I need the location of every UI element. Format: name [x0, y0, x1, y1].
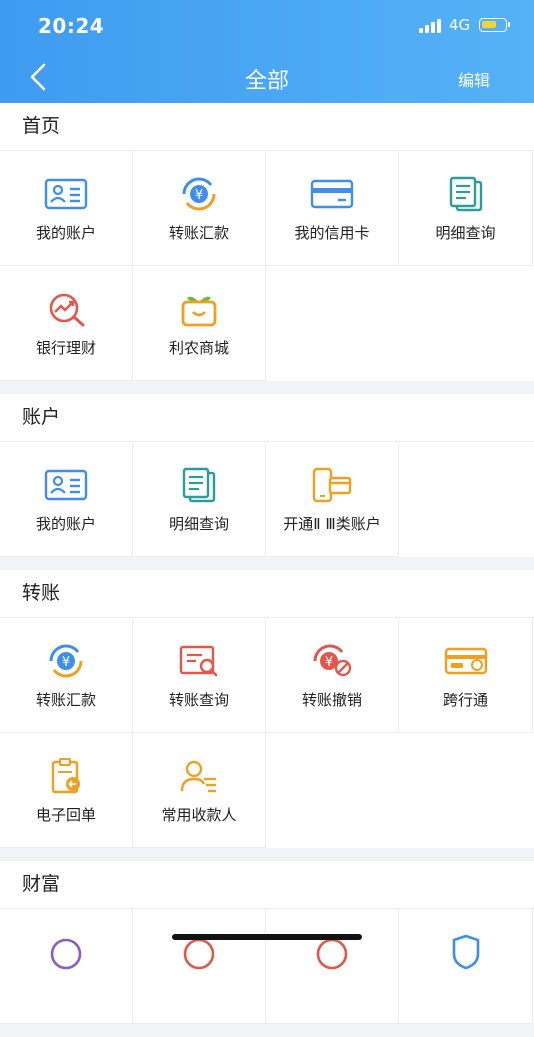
- menu-item-wealth-3[interactable]: [266, 909, 399, 1024]
- shopping-basket-icon: [177, 291, 221, 327]
- menu-item-e-receipt[interactable]: 电子回单: [0, 733, 133, 848]
- menu-item-detail-query[interactable]: 明细查询: [133, 442, 266, 557]
- section-account: 账户 我的账户 明细查询 开通Ⅱ Ⅲ类账户: [0, 394, 534, 557]
- account-card-icon: [44, 176, 88, 212]
- top-header: 20:24 4G 全部 编辑: [0, 0, 534, 103]
- menu-item-wealth-1[interactable]: [0, 909, 133, 1024]
- menu-item-credit-card[interactable]: 我的信用卡: [266, 151, 399, 266]
- section-title: 账户: [22, 406, 61, 428]
- menu-grid: ¥ 转账汇款 转账查询 ¥ 转账撤销 跨行通 电子回单 常用收款人: [0, 617, 534, 848]
- menu-item-transfer[interactable]: ¥ 转账汇款: [133, 151, 266, 266]
- section-transfer: 转账 ¥ 转账汇款 转账查询 ¥ 转账撤销 跨行通 电子回单 常用收款人: [0, 570, 534, 848]
- menu-item-payee[interactable]: 常用收款人: [133, 733, 266, 848]
- section-wealth: 财富: [0, 861, 534, 1024]
- menu-item-my-account[interactable]: 我的账户: [0, 442, 133, 557]
- status-time: 20:24: [38, 14, 105, 38]
- menu-item-wealth-4[interactable]: [399, 909, 533, 1024]
- menu-item-transfer[interactable]: ¥ 转账汇款: [0, 618, 133, 733]
- cross-bank-card-icon: [444, 643, 488, 679]
- finance-chart-icon: [44, 291, 88, 327]
- menu-item-label: 转账汇款: [35, 691, 96, 709]
- menu-item-label: 明细查询: [168, 515, 229, 533]
- menu-item-transfer-query[interactable]: 转账查询: [133, 618, 266, 733]
- menu-item-label: 利农商城: [168, 339, 229, 357]
- page-title: 全部: [244, 69, 289, 94]
- menu-item-label: 转账查询: [168, 691, 229, 709]
- payee-icon: [177, 758, 221, 794]
- transfer-yuan-icon: ¥: [44, 643, 88, 679]
- credit-card-icon: [310, 176, 354, 212]
- wealth-coin-icon: [44, 934, 88, 970]
- menu-item-label: 跨行通: [442, 691, 488, 709]
- detail-docs-icon: [177, 467, 221, 503]
- menu-item-transfer-cancel[interactable]: ¥ 转账撤销: [266, 618, 399, 733]
- network-type: 4G: [449, 16, 471, 34]
- menu-item-label: 转账撤销: [301, 691, 362, 709]
- menu-item-label: 转账汇款: [168, 224, 229, 242]
- menu-item-open-account[interactable]: 开通Ⅱ Ⅲ类账户: [266, 442, 399, 557]
- battery-icon: [479, 18, 510, 32]
- home-indicator: [172, 934, 362, 940]
- menu-item-my-account[interactable]: 我的账户: [0, 151, 133, 266]
- menu-item-bank-finance[interactable]: 银行理财: [0, 266, 133, 381]
- svg-text:¥: ¥: [325, 655, 333, 670]
- content: 首页 我的账户 ¥ 转账汇款 我的信用卡 明细查询 银行理财 利农商城 账户 我…: [0, 103, 534, 1037]
- menu-grid: 我的账户 明细查询 开通Ⅱ Ⅲ类账户: [0, 441, 534, 557]
- menu-item-linong-mall[interactable]: 利农商城: [133, 266, 266, 381]
- menu-item-detail-query[interactable]: 明细查询: [399, 151, 533, 266]
- section-title: 转账: [22, 582, 61, 604]
- menu-item-label: 开通Ⅱ Ⅲ类账户: [283, 515, 381, 533]
- wealth-shield-icon: [444, 934, 488, 970]
- menu-item-label: 银行理财: [35, 339, 96, 357]
- menu-item-label: 我的信用卡: [294, 224, 370, 242]
- e-receipt-icon: [44, 758, 88, 794]
- menu-item-label: 电子回单: [35, 806, 96, 824]
- menu-item-label: 常用收款人: [161, 806, 237, 824]
- menu-item-label: 我的账户: [35, 224, 96, 242]
- phone-card-icon: [310, 467, 354, 503]
- section-title: 首页: [22, 115, 61, 137]
- detail-docs-icon: [444, 176, 488, 212]
- svg-text:¥: ¥: [195, 188, 203, 203]
- transfer-yuan-icon: ¥: [177, 176, 221, 212]
- transfer-cancel-icon: ¥: [310, 643, 354, 679]
- section-title: 财富: [22, 873, 61, 895]
- transfer-search-icon: [177, 643, 221, 679]
- menu-item-cross-bank[interactable]: 跨行通: [399, 618, 533, 733]
- section-home: 首页 我的账户 ¥ 转账汇款 我的信用卡 明细查询 银行理财 利农商城: [0, 103, 534, 381]
- signal-icon: [419, 19, 443, 33]
- menu-grid: [0, 908, 534, 1024]
- menu-item-label: 我的账户: [35, 515, 96, 533]
- menu-grid: 我的账户 ¥ 转账汇款 我的信用卡 明细查询 银行理财 利农商城: [0, 150, 534, 381]
- svg-text:¥: ¥: [62, 655, 70, 670]
- menu-item-label: 明细查询: [435, 224, 496, 242]
- menu-item-wealth-2[interactable]: [133, 909, 266, 1024]
- account-card-icon: [44, 467, 88, 503]
- edit-button[interactable]: 编辑: [458, 67, 490, 91]
